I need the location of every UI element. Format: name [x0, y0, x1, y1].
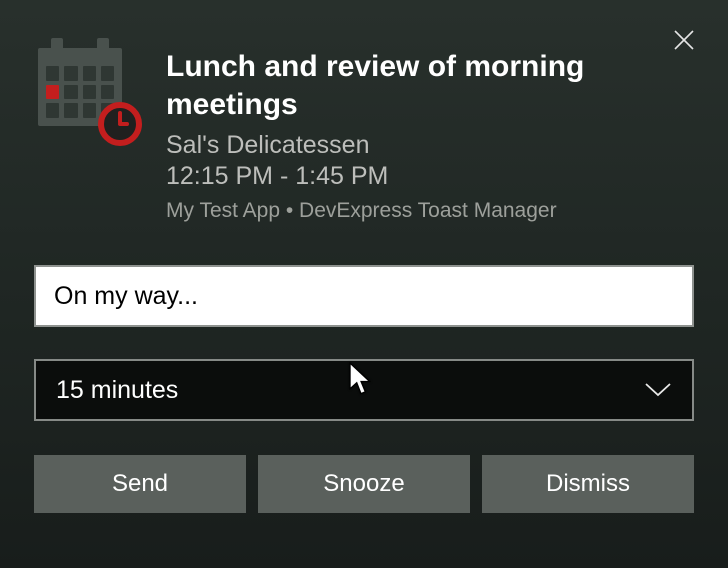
notification-text: Lunch and review of morning meetings Sal…: [166, 34, 694, 223]
chevron-down-icon: [644, 376, 672, 405]
dismiss-button[interactable]: Dismiss: [482, 455, 694, 513]
action-buttons: Send Snooze Dismiss: [34, 455, 694, 513]
snooze-selected-value: 15 minutes: [56, 376, 178, 405]
close-button[interactable]: [668, 24, 700, 56]
send-button[interactable]: Send: [34, 455, 246, 513]
close-icon: [673, 29, 695, 51]
calendar-reminder-icon: [38, 48, 134, 138]
snooze-duration-select[interactable]: 15 minutes: [34, 359, 694, 421]
notification-title: Lunch and review of morning meetings: [166, 48, 654, 123]
notification-time: 12:15 PM - 1:45 PM: [166, 162, 654, 191]
notification-source: My Test App • DevExpress Toast Manager: [166, 199, 654, 223]
toast-notification: Lunch and review of morning meetings Sal…: [0, 0, 728, 568]
clock-icon: [98, 102, 142, 146]
snooze-button[interactable]: Snooze: [258, 455, 470, 513]
notification-header: Lunch and review of morning meetings Sal…: [34, 34, 694, 223]
notification-location: Sal's Delicatessen: [166, 131, 654, 160]
reply-input[interactable]: [34, 265, 694, 327]
